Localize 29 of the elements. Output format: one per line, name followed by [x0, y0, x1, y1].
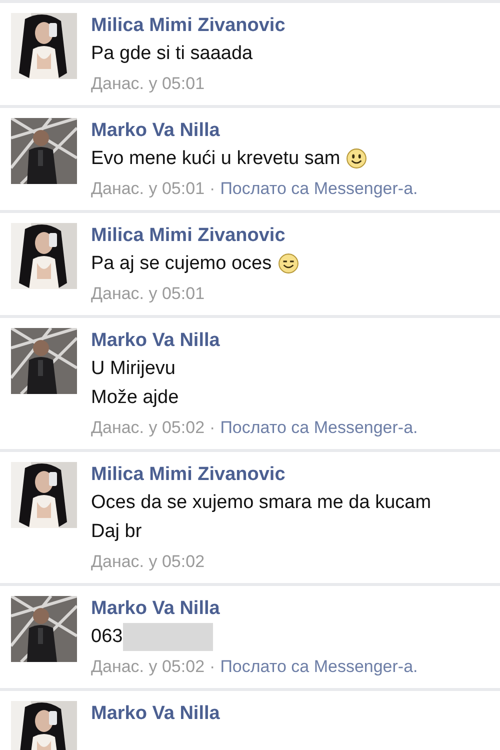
separator-dot: ·: [210, 656, 216, 678]
timestamp: Данас. у 05:01: [91, 178, 205, 200]
separator-dot: ·: [210, 417, 216, 439]
timestamp: Данас. у 05:01: [91, 73, 205, 95]
message-text: Pa gde si ti saaada: [91, 42, 253, 66]
sender-name[interactable]: Milica Mimi Zivanovic: [91, 462, 432, 488]
sent-from-link[interactable]: Послато са Messenger-а.: [220, 652, 418, 682]
sender-name[interactable]: Milica Mimi Zivanovic: [91, 223, 299, 249]
separator-dot: ·: [210, 178, 216, 200]
message-text: Oces da se xujemo smara me da kucam: [91, 491, 432, 515]
sent-from-link[interactable]: Послато са Messenger-а.: [220, 413, 418, 443]
sent-from-link[interactable]: Послато са Messenger-а.: [220, 174, 418, 204]
message-text: Daj br: [91, 520, 142, 544]
sender-name[interactable]: Marko Va Nilla: [91, 701, 220, 727]
smiley-icon: [278, 253, 299, 274]
smiley-icon: [346, 148, 368, 169]
timestamp: Данас. у 05:01: [91, 283, 205, 305]
message-text: 063: [91, 625, 123, 649]
timestamp: Данас. у 05:02: [91, 417, 205, 439]
sender-name[interactable]: Marko Va Nilla: [91, 596, 418, 622]
timestamp: Данас. у 05:02: [91, 656, 205, 678]
sender-name[interactable]: Marko Va Nilla: [91, 328, 418, 354]
timestamp: Данас. у 05:02: [91, 551, 205, 573]
sender-name[interactable]: Milica Mimi Zivanovic: [91, 13, 286, 39]
message-text: U Mirijevu: [91, 357, 176, 381]
message-text: Pa aj se cujemo oces: [91, 252, 272, 276]
message-text: Evo mene kući u krevetu sam: [91, 147, 340, 171]
message-text: Može ajde: [91, 386, 179, 410]
sender-name[interactable]: Marko Va Nilla: [91, 118, 418, 144]
